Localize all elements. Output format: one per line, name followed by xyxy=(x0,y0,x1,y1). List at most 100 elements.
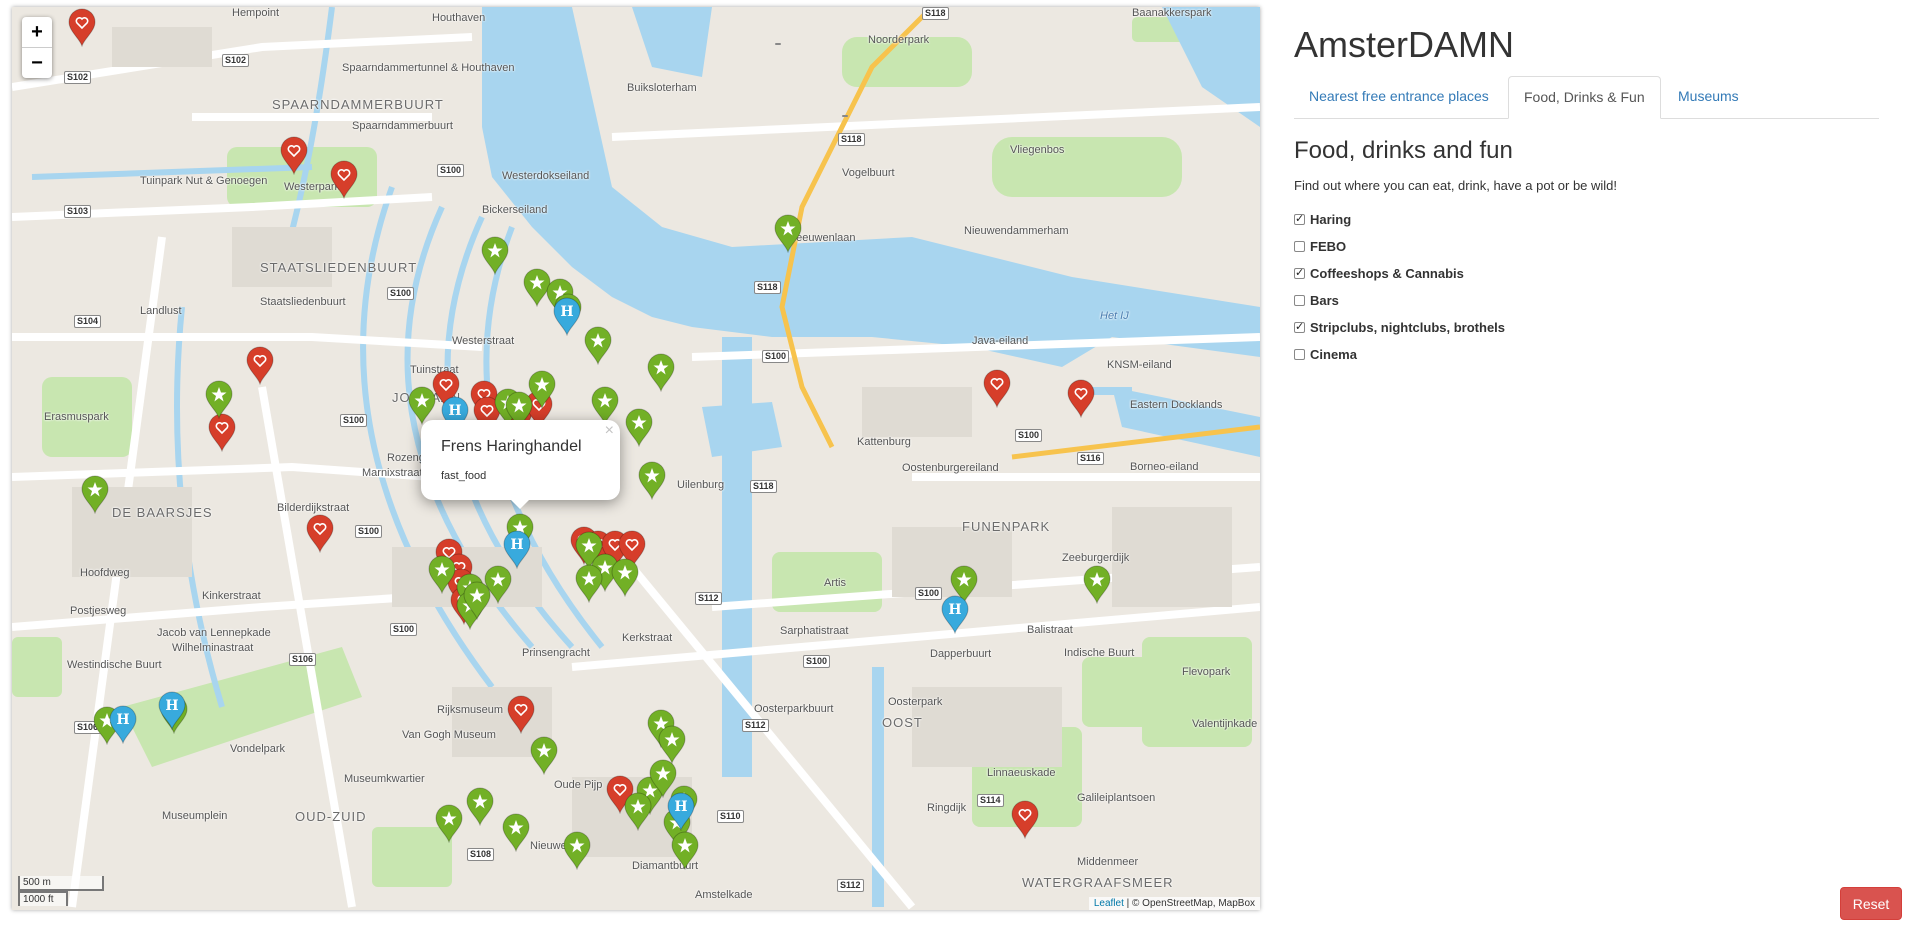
coffeeshop-marker[interactable] xyxy=(574,563,604,603)
checkbox[interactable] xyxy=(1294,320,1305,333)
zoom-control: + − xyxy=(22,17,52,78)
coffeeshop-marker[interactable] xyxy=(465,786,495,826)
option-cinema[interactable]: Cinema xyxy=(1294,341,1505,368)
stripclub-marker[interactable] xyxy=(329,159,359,199)
scale-imperial: 1000 ft xyxy=(18,891,68,906)
option-label: Haring xyxy=(1310,212,1352,227)
popup-tip xyxy=(509,498,531,509)
option-febo[interactable]: FEBO xyxy=(1294,233,1505,260)
road-shield: S118 xyxy=(922,7,949,20)
zoom-in-button[interactable]: + xyxy=(22,17,52,48)
coffeeshop-marker[interactable] xyxy=(637,460,667,500)
haring-marker[interactable]: H xyxy=(666,791,696,831)
road-shield: S118 xyxy=(754,281,781,294)
scale-bar: 500 m 1000 ft xyxy=(18,876,104,906)
checkbox[interactable] xyxy=(1294,241,1305,252)
coffeeshop-marker[interactable] xyxy=(427,554,457,594)
map[interactable]: Hempoint Houthaven Spaarndammertunnel & … xyxy=(12,7,1260,910)
tab-museums[interactable]: Museums xyxy=(1663,76,1754,117)
road-shield: S100 xyxy=(355,525,383,538)
attribution-text: | © OpenStreetMap, MapBox xyxy=(1126,898,1255,909)
road-shield: S112 xyxy=(695,592,722,605)
stripclub-marker[interactable] xyxy=(506,694,536,734)
coffeeshop-marker[interactable] xyxy=(407,385,437,425)
road-shield: S100 xyxy=(803,655,831,668)
reset-button[interactable]: Reset xyxy=(1840,887,1902,920)
stripclub-marker[interactable] xyxy=(1066,378,1096,418)
svg-text:H: H xyxy=(116,712,129,728)
svg-text:H: H xyxy=(674,799,687,815)
map-attribution: Leaflet | © OpenStreetMap, MapBox xyxy=(1088,897,1260,910)
stripclub-marker[interactable] xyxy=(305,513,335,553)
svg-text:H: H xyxy=(560,304,573,320)
checkbox[interactable] xyxy=(1294,295,1305,306)
coffeeshop-marker[interactable] xyxy=(583,325,613,365)
road-shield: S100 xyxy=(340,414,368,427)
stripclub-marker[interactable] xyxy=(245,345,275,385)
coffeeshop-marker[interactable] xyxy=(610,557,640,597)
stripclub-marker[interactable] xyxy=(1010,799,1040,839)
haring-marker[interactable]: H xyxy=(157,690,187,730)
road-shield: S100 xyxy=(390,623,418,636)
option-label: Stripclubs, nightclubs, brothels xyxy=(1310,320,1506,335)
option-bars[interactable]: Bars xyxy=(1294,287,1505,314)
coffeeshop-marker[interactable] xyxy=(590,385,620,425)
sidebar: AmsterDAMN Nearest free entrance places … xyxy=(1294,0,1879,928)
popup-text: fast_food xyxy=(441,470,487,482)
coffeeshop-marker[interactable] xyxy=(480,235,510,275)
tab-nearest-free-entrance[interactable]: Nearest free entrance places xyxy=(1294,76,1504,117)
road-shield: S100 xyxy=(387,287,415,300)
coffeeshop-marker[interactable] xyxy=(462,580,492,620)
zoom-out-button[interactable]: − xyxy=(22,48,52,78)
road-shield: S103 xyxy=(64,205,92,218)
coffeeshop-marker[interactable] xyxy=(773,213,803,253)
tab-food-drinks-fun[interactable]: Food, Drinks & Fun xyxy=(1508,76,1661,119)
filter-options: Haring FEBO Coffeeshops & Cannabis Bars … xyxy=(1294,206,1505,368)
option-label: Cinema xyxy=(1310,347,1357,362)
coffeeshop-marker[interactable] xyxy=(434,803,464,843)
svg-text:H: H xyxy=(165,698,178,714)
marker-popup: Frens Haringhandel fast_food × xyxy=(421,420,620,509)
coffeeshop-marker[interactable] xyxy=(624,407,654,447)
road-shield: S100 xyxy=(437,164,465,177)
road-shield: S110 xyxy=(717,810,744,823)
stripclub-marker[interactable] xyxy=(982,368,1012,408)
coffeeshop-marker[interactable] xyxy=(646,352,676,392)
checkbox[interactable] xyxy=(1294,349,1305,360)
coffeeshop-marker[interactable] xyxy=(204,379,234,419)
svg-text:H: H xyxy=(510,537,523,553)
coffeeshop-marker[interactable] xyxy=(562,830,592,870)
road-shield: S114 xyxy=(977,794,1004,807)
road-shield: S112 xyxy=(837,879,864,892)
road-shield: S106 xyxy=(289,653,317,666)
haring-marker[interactable]: H xyxy=(108,704,138,744)
scale-metric: 500 m xyxy=(18,876,104,891)
option-label: Coffeeshops & Cannabis xyxy=(1310,266,1464,281)
coffeeshop-marker[interactable] xyxy=(501,812,531,852)
coffeeshop-marker[interactable] xyxy=(670,830,700,870)
coffeeshop-marker[interactable] xyxy=(623,791,653,831)
coffeeshop-marker[interactable] xyxy=(1082,564,1112,604)
haring-marker[interactable]: H xyxy=(502,529,532,569)
road-shield: S108 xyxy=(467,848,495,861)
checkbox[interactable] xyxy=(1294,212,1305,225)
haring-marker[interactable]: H xyxy=(940,594,970,634)
haring-marker[interactable]: H xyxy=(552,296,582,336)
coffeeshop-marker[interactable] xyxy=(529,735,559,775)
option-label: FEBO xyxy=(1310,239,1347,254)
road-shield: S100 xyxy=(1015,429,1043,442)
option-stripclubs[interactable]: Stripclubs, nightclubs, brothels xyxy=(1294,314,1505,341)
section-title: Food, drinks and fun xyxy=(1294,137,1513,164)
road-shield: S104 xyxy=(74,315,102,328)
option-haring[interactable]: Haring xyxy=(1294,206,1505,233)
road-shield: S116 xyxy=(1077,452,1104,465)
coffeeshop-marker[interactable] xyxy=(80,474,110,514)
stripclub-marker[interactable] xyxy=(279,135,309,175)
leaflet-link[interactable]: Leaflet xyxy=(1094,898,1124,909)
option-label: Bars xyxy=(1310,293,1339,308)
stripclub-marker[interactable] xyxy=(67,7,97,47)
popup-title: Frens Haringhandel xyxy=(441,438,582,455)
checkbox[interactable] xyxy=(1294,266,1305,279)
option-coffeeshops[interactable]: Coffeeshops & Cannabis xyxy=(1294,260,1505,287)
popup-close-button[interactable]: × xyxy=(605,422,614,440)
